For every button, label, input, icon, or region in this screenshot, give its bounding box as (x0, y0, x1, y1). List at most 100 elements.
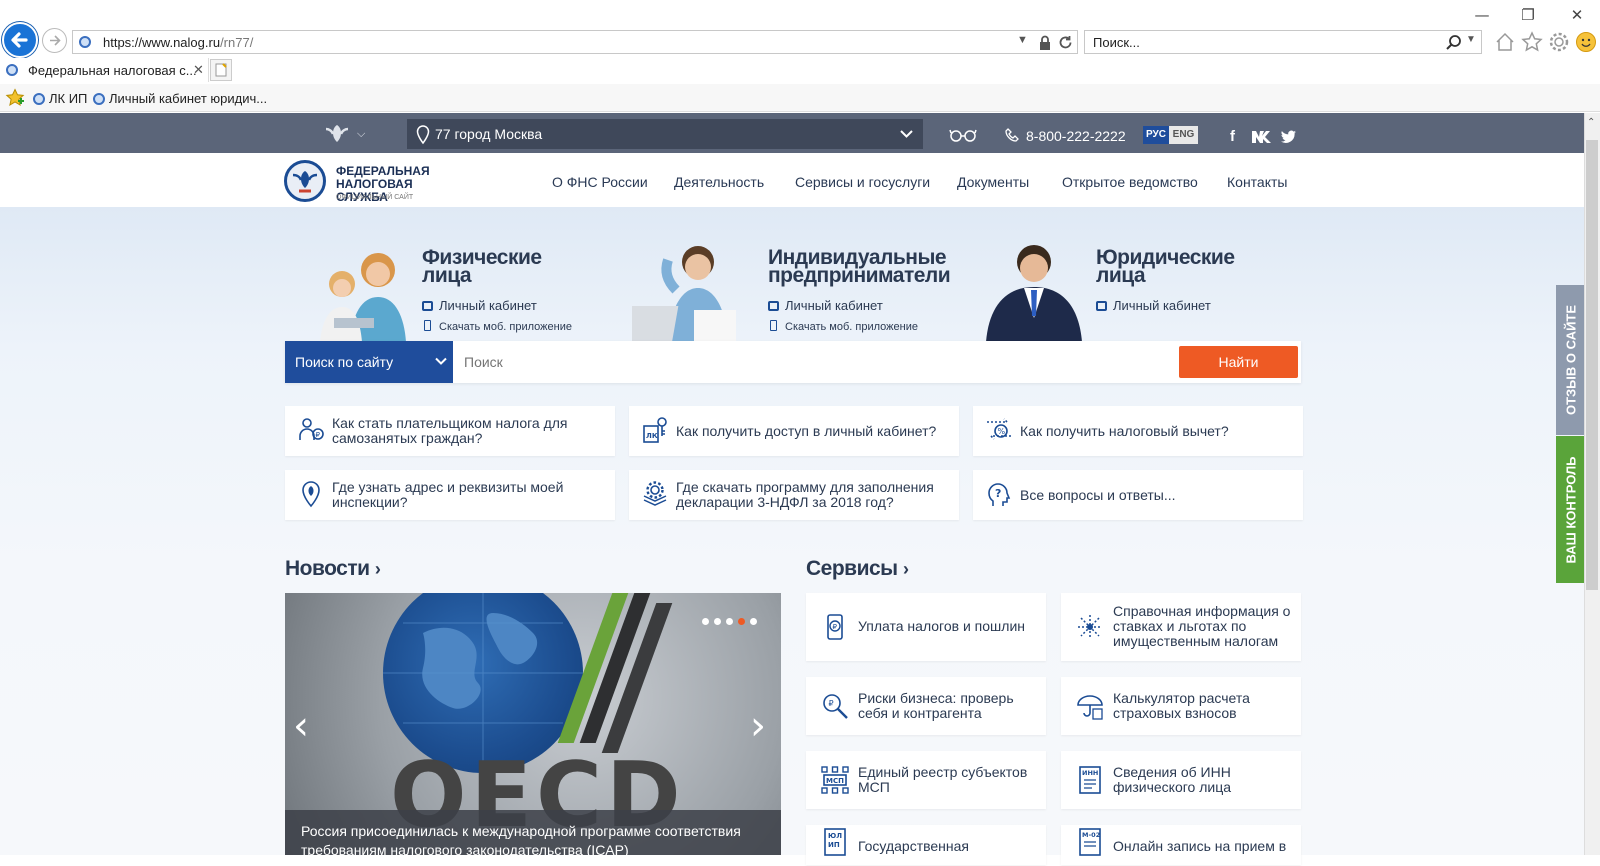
carousel-dot[interactable] (738, 618, 745, 625)
nav-services[interactable]: Сервисы и госуслуги (795, 174, 930, 190)
search-scope-select[interactable]: Поиск по сайту (285, 341, 453, 383)
smiley-feedback-icon[interactable] (1575, 31, 1597, 53)
svg-text:М-02: М-02 (1082, 831, 1100, 839)
low-vision-glasses-icon[interactable] (949, 128, 977, 142)
segment-entrepreneurs-cabinet-link[interactable]: Личный кабинет (768, 298, 883, 313)
hotline-phone-link[interactable]: 8-800-222-2222 (1026, 128, 1126, 144)
dropdown-icon[interactable]: ▼ (1017, 34, 1028, 46)
scrollbar-thumb[interactable] (1586, 140, 1598, 590)
twitter-icon[interactable] (1281, 130, 1297, 144)
location-pin-emblem-icon (297, 480, 325, 508)
settings-gear-icon[interactable] (1548, 31, 1570, 53)
service-label: Единый реестр субъектов МСП (858, 764, 1028, 795)
close-tab-icon[interactable]: ✕ (193, 62, 204, 78)
service-label: Калькулятор расчета страховых взносов (1113, 690, 1250, 721)
segment-legal-cabinet-link[interactable]: Личный кабинет (1096, 298, 1211, 313)
nav-documents[interactable]: Документы (957, 174, 1029, 190)
quick-link-3ndfl-program[interactable]: Где скачать программу для заполнения дек… (629, 470, 959, 520)
legal-entities-photo[interactable] (978, 240, 1090, 342)
favorite-link-lk-ul[interactable]: Личный кабинет юридич... (93, 91, 267, 106)
segment-individuals-cabinet-link[interactable]: Личный кабинет (422, 298, 537, 313)
new-tab-button[interactable] (210, 59, 232, 81)
nav-contacts[interactable]: Контакты (1227, 174, 1287, 190)
site-search-input[interactable] (464, 354, 1064, 370)
services-section-title[interactable]: Сервисы › (806, 557, 909, 581)
segment-legal-title[interactable]: Юридические лица (1096, 247, 1246, 286)
region-select[interactable]: 77 город Москва (407, 119, 923, 149)
carousel-dot[interactable] (702, 618, 709, 625)
nav-open-agency[interactable]: Открытое ведомство (1062, 174, 1198, 190)
search-placeholder: Поиск... (1093, 35, 1140, 50)
quick-link-self-employed[interactable]: ₽ Как стать плательщиком налога для само… (285, 406, 615, 456)
scroll-up-arrow-icon[interactable]: ⌃ (1587, 117, 1595, 128)
service-pay-taxes[interactable]: ₽ Уплата налогов и пошлин (806, 593, 1046, 661)
news-carousel[interactable]: OECD ‹ › Россия присоединилась к междуна… (285, 593, 781, 855)
individuals-photo[interactable] (300, 242, 412, 342)
carousel-dot[interactable] (750, 618, 757, 625)
your-control-label: ВАШ КОНТРОЛЬ (1563, 456, 1579, 563)
segment-individuals-title[interactable]: Физические лица (422, 247, 572, 286)
segment-entrepreneurs-app-link[interactable]: Скачать моб. приложение (770, 320, 918, 333)
service-insurance-calculator[interactable]: Калькулятор расчета страховых взносов (1061, 677, 1301, 735)
segment-individuals-app-link[interactable]: Скачать моб. приложение (424, 320, 572, 333)
search-submit-button[interactable]: Найти (1179, 346, 1298, 378)
favorite-link-lk-ip[interactable]: ЛК ИП (33, 91, 87, 106)
inn-document-icon: ИНН (1075, 765, 1105, 795)
search-dropdown-icon[interactable]: ▼ (1466, 34, 1476, 45)
favorites-star-icon[interactable] (1521, 31, 1543, 53)
service-business-risks[interactable]: ₽ Риски бизнеса: проверь себя и контраге… (806, 677, 1046, 735)
emblem-eagle-icon[interactable] (324, 122, 350, 146)
address-bar[interactable]: https://www.nalog.ru/rn77/ ▼ (72, 30, 1078, 54)
quick-link-cabinet-access[interactable]: ЛК Как получить доступ в личный кабинет? (629, 406, 959, 456)
lock-icon (1040, 35, 1050, 50)
browser-tab-active[interactable]: Федеральная налоговая с... ✕ (0, 58, 209, 82)
nav-activity[interactable]: Деятельность (674, 174, 764, 190)
quick-link-tax-deduction[interactable]: % Как получить налоговый вычет? (973, 406, 1303, 456)
service-sme-registry[interactable]: МСП Единый реестр субъектов МСП (806, 751, 1046, 809)
service-property-tax-info[interactable]: Справочная информация о ставках и льгота… (1061, 593, 1301, 661)
svg-text:ИНН: ИНН (1082, 769, 1098, 777)
vk-icon[interactable] (1251, 130, 1273, 143)
home-icon[interactable] (1494, 31, 1516, 53)
entrepreneurs-photo[interactable] (614, 240, 760, 342)
search-icon[interactable] (1445, 34, 1462, 51)
site-feedback-tab[interactable]: ОТЗЫВ О САЙТЕ (1556, 285, 1586, 435)
fns-logo-emblem-icon[interactable] (284, 160, 326, 202)
m02-document-icon: М-02 (1075, 827, 1105, 857)
coin-phone-icon: ₽ (820, 612, 850, 642)
service-online-appointment[interactable]: М-02 Онлайн запись на прием в (1061, 825, 1301, 865)
your-control-tab[interactable]: ВАШ КОНТРОЛЬ (1556, 436, 1586, 583)
browser-chrome: — ❐ ✕ https://www.nalog.ru/rn77/ ▼ Поиск… (0, 0, 1600, 113)
nav-about[interactable]: О ФНС России (552, 174, 648, 190)
lock-icon (1096, 301, 1107, 311)
news-caption[interactable]: Россия присоединилась к международной пр… (285, 810, 781, 855)
browser-search-input[interactable]: Поиск... ▼ (1084, 30, 1482, 54)
man-laptop-illustration (614, 246, 736, 342)
carousel-dot[interactable] (726, 618, 733, 625)
favorites-center-star-icon[interactable] (5, 88, 25, 108)
maximize-button[interactable]: ❐ (1513, 6, 1543, 24)
language-en-button[interactable]: ENG (1169, 126, 1198, 144)
carousel-prev-arrow[interactable]: ‹ (293, 703, 309, 749)
forward-button[interactable] (42, 28, 67, 53)
emblem-dropdown-icon[interactable]: ⌵ (357, 128, 365, 141)
chevron-down-icon (900, 130, 913, 138)
svg-text:ЛК: ЛК (646, 432, 658, 440)
minimize-button[interactable]: — (1467, 6, 1497, 24)
carousel-dot[interactable] (714, 618, 721, 625)
carousel-next-arrow[interactable]: › (750, 703, 766, 749)
refresh-icon[interactable] (1057, 34, 1074, 51)
quick-link-inspection-address[interactable]: Где узнать адрес и реквизиты моей инспек… (285, 470, 615, 520)
back-button[interactable] (2, 22, 38, 58)
tab-title: Федеральная налоговая с... (28, 63, 197, 78)
service-inn-info[interactable]: ИНН Сведения об ИНН физического лица (1061, 751, 1301, 809)
mobile-phone-icon (424, 320, 431, 331)
language-ru-button[interactable]: РУС (1143, 126, 1169, 144)
facebook-icon[interactable]: f (1230, 128, 1235, 145)
quick-link-all-faq[interactable]: ? Все вопросы и ответы... (973, 470, 1303, 520)
service-state-registration[interactable]: ЮЛ ИП Государственная (806, 825, 1046, 865)
close-window-button[interactable]: ✕ (1562, 6, 1592, 24)
quick-link-label: Где узнать адрес и реквизиты моей инспек… (332, 479, 564, 510)
segment-entrepreneurs-title[interactable]: Индивидуальные предприниматели (768, 247, 968, 286)
news-section-title[interactable]: Новости › (285, 557, 381, 581)
